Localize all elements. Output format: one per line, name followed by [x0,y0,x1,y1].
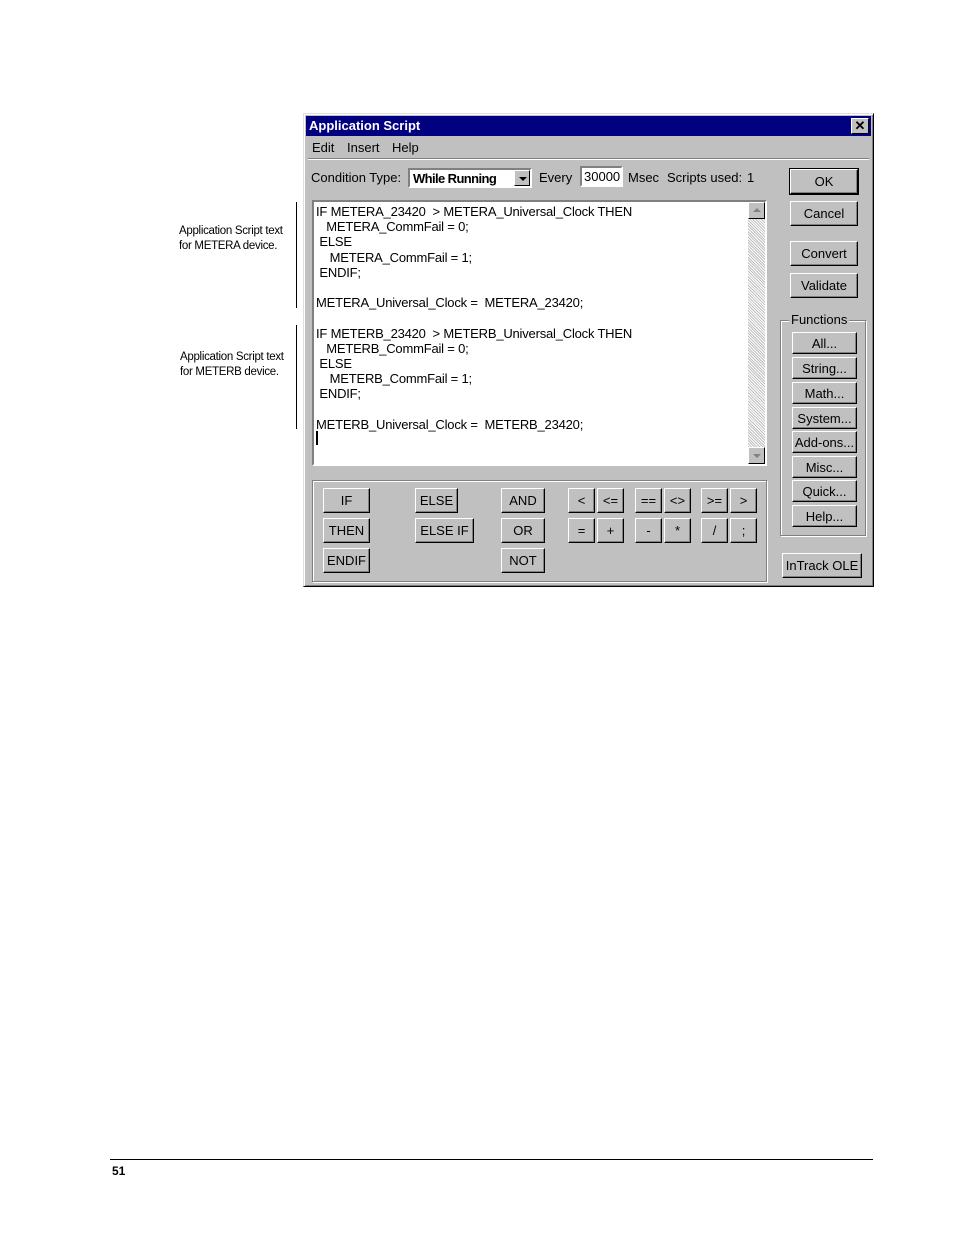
op-div-button[interactable]: / [701,518,728,543]
condition-type-value: While Running [413,171,497,186]
kw-and-button[interactable]: AND [501,488,545,513]
functions-group-title: Functions [789,312,850,327]
kw-if-button[interactable]: IF [323,488,370,513]
window-title: Application Script [309,118,421,133]
menu-insert[interactable]: Insert [347,138,380,158]
scroll-up-icon[interactable] [748,202,765,219]
text-caret [316,431,318,445]
annotation-meterb-bracket [296,325,297,429]
functions-math-button[interactable]: Math... [792,382,857,404]
kw-then-button[interactable]: THEN [323,518,370,543]
annotation-metera-line2: for METERA device. [179,240,278,252]
functions-group: Functions All... String... Math... Syste… [780,312,866,536]
annotation-meterb-line1: Application Script text [180,351,284,363]
condition-type-label: Condition Type: [311,170,402,185]
cancel-button[interactable]: Cancel [790,201,858,226]
op-minus-button[interactable]: - [635,518,662,543]
scroll-down-icon[interactable] [748,447,765,464]
msec-label: Msec [628,170,660,185]
kw-else-button[interactable]: ELSE [415,488,458,513]
kw-elseif-button[interactable]: ELSE IF [415,518,474,543]
condition-type-select[interactable]: While Running [408,168,532,188]
op-ne-button[interactable]: <> [664,488,691,513]
op-le-button[interactable]: <= [597,488,624,513]
vertical-scrollbar[interactable] [748,202,765,464]
op-semicolon-button[interactable]: ; [730,518,757,543]
page-number: 51 [112,1164,126,1178]
functions-help-button[interactable]: Help... [792,505,857,527]
menu-bar: Edit Insert Help [308,138,869,159]
menu-insert-label: Insert [347,140,380,155]
annotation-metera-line1: Application Script text [179,225,283,237]
op-mul-button[interactable]: * [664,518,691,543]
script-text[interactable]: IF METERA_23420 > METERA_Universal_Clock… [316,204,632,432]
chevron-down-icon[interactable] [514,170,530,186]
every-msec-input[interactable]: 30000 [580,166,623,187]
annotation-meterb-line2: for METERB device. [180,366,279,378]
intrack-ole-button[interactable]: InTrack OLE [782,553,862,578]
scripts-used-label: Scripts used: [667,170,743,185]
application-script-dialog: Application Script ✕ Edit Insert Help Co… [303,113,874,587]
kw-or-button[interactable]: OR [501,518,545,543]
convert-button[interactable]: Convert [790,241,858,266]
kw-not-button[interactable]: NOT [501,548,545,573]
kw-endif-button[interactable]: ENDIF [323,548,370,573]
annotation-metera-bracket [296,202,297,308]
menu-help[interactable]: Help [392,138,419,158]
functions-system-button[interactable]: System... [792,407,857,429]
functions-quick-button[interactable]: Quick... [792,480,857,502]
functions-string-button[interactable]: String... [792,357,857,379]
op-assign-button[interactable]: = [568,518,595,543]
menu-edit-label: Edit [312,140,335,155]
functions-misc-button[interactable]: Misc... [792,456,857,478]
ok-button[interactable]: OK [789,168,859,195]
op-gt-button[interactable]: > [730,488,757,513]
op-eq-button[interactable]: == [635,488,662,513]
scripts-used-value: 1 [747,170,755,185]
menu-help-label: Help [392,140,419,155]
functions-addons-button[interactable]: Add-ons... [792,431,857,453]
title-bar[interactable]: Application Script ✕ [306,116,871,136]
menu-edit[interactable]: Edit [312,138,334,158]
footer-divider [110,1159,873,1160]
validate-button[interactable]: Validate [790,273,858,298]
functions-all-button[interactable]: All... [792,332,857,354]
script-editor[interactable]: IF METERA_23420 > METERA_Universal_Clock… [312,200,767,466]
close-icon[interactable]: ✕ [851,118,869,134]
op-ge-button[interactable]: >= [701,488,728,513]
keyword-keypad: IF THEN ENDIF ELSE ELSE IF AND OR NOT < … [312,480,767,582]
every-label: Every [539,170,573,185]
annotation-meterb: Application Script text for METERB devic… [180,350,284,380]
annotation-metera: Application Script text for METERA devic… [179,224,283,254]
op-lt-button[interactable]: < [568,488,595,513]
op-plus-button[interactable]: + [597,518,624,543]
